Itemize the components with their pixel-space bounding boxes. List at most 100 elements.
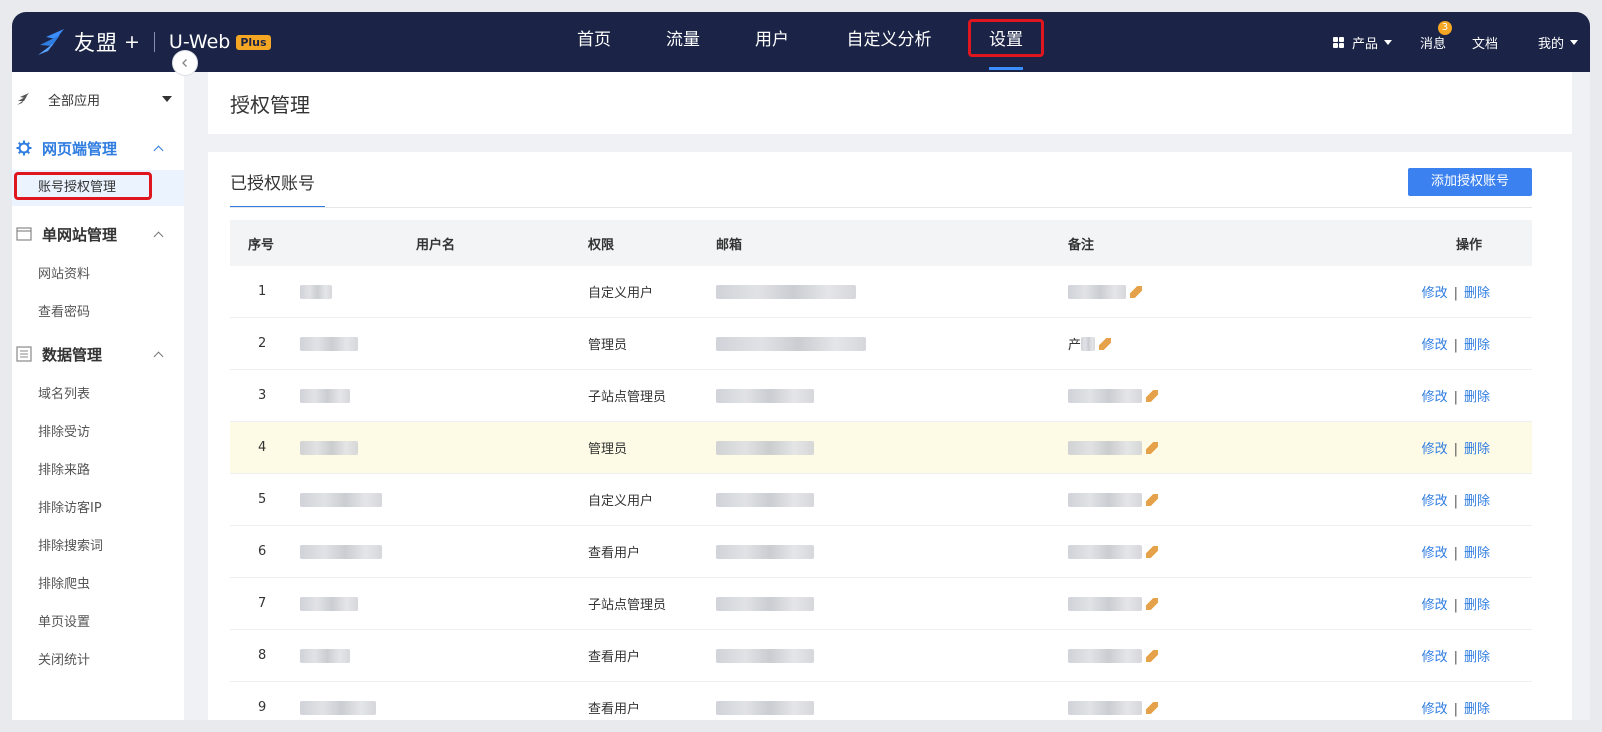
row-permission: 查看用户	[588, 650, 641, 665]
highlight-box	[14, 172, 152, 200]
edit-note-pencil-icon[interactable]	[1130, 285, 1142, 298]
row-index: 5	[258, 492, 267, 507]
action-separator: |	[1453, 338, 1458, 353]
col-index: 序号	[248, 237, 275, 253]
delete-link[interactable]: 删除	[1464, 598, 1490, 613]
docs-link[interactable]: 文档	[1472, 33, 1498, 52]
email-redacted	[716, 648, 1068, 663]
note-cell	[1068, 596, 1384, 611]
delete-link[interactable]: 删除	[1464, 546, 1490, 561]
note-cell	[1068, 700, 1384, 715]
row-index: 2	[258, 336, 267, 351]
authorized-accounts-card: 已授权账号 添加授权账号 序号 用户名 权限 邮箱 备注 操作 1 自定义用户 修改…	[208, 152, 1572, 720]
delete-link[interactable]: 删除	[1464, 286, 1490, 301]
sidebar-item-account-auth[interactable]: 账号授权管理	[12, 170, 184, 206]
nav-custom-analysis[interactable]: 自定义分析	[839, 12, 939, 72]
group-web-management[interactable]: 网页端管理	[12, 126, 184, 170]
delete-link[interactable]: 删除	[1464, 650, 1490, 665]
edit-note-pencil-icon[interactable]	[1146, 597, 1158, 610]
username-redacted	[300, 544, 588, 559]
row-actions: 修改 | 删除	[1384, 386, 1532, 405]
sidebar-item-view-password[interactable]: 查看密码	[12, 294, 184, 332]
username-redacted	[300, 596, 588, 611]
edit-note-pencil-icon[interactable]	[1146, 545, 1158, 558]
delete-link[interactable]: 删除	[1464, 702, 1490, 717]
action-separator: |	[1453, 494, 1458, 509]
edit-note-pencil-icon[interactable]	[1099, 337, 1112, 350]
table-row: 7 子站点管理员 修改 | 删除	[230, 578, 1532, 630]
edit-link[interactable]: 修改	[1422, 442, 1448, 457]
sidebar-item-domain-list[interactable]: 域名列表	[12, 376, 184, 414]
chevron-left-icon	[182, 59, 187, 67]
sidebar-item-exclude-referrer[interactable]: 排除来路	[12, 452, 184, 490]
edit-link[interactable]: 修改	[1422, 338, 1448, 353]
edit-link[interactable]: 修改	[1422, 546, 1448, 561]
list-icon	[15, 346, 33, 362]
chevron-up-icon	[153, 231, 164, 241]
account-menu[interactable]: 我的	[1538, 33, 1578, 52]
edit-link[interactable]: 修改	[1422, 286, 1448, 301]
col-note: 备注	[1068, 237, 1095, 253]
main-nav: 首页 流量 用户 自定义分析 设置	[572, 12, 1044, 72]
row-permission: 管理员	[588, 338, 628, 353]
edit-note-pencil-icon[interactable]	[1146, 389, 1158, 402]
note-cell	[1068, 492, 1384, 507]
delete-link[interactable]: 删除	[1464, 494, 1490, 509]
nav-home[interactable]: 首页	[572, 12, 616, 72]
group-data-management[interactable]: 数据管理	[12, 332, 184, 376]
edit-note-pencil-icon[interactable]	[1146, 701, 1158, 714]
row-permission: 查看用户	[588, 546, 641, 561]
screen-frame: 友盟 + U-Web Plus 首页 流量 用户 自定义分析 设置 产品 消息	[0, 0, 1602, 732]
sidebar-item-exclude-keyword[interactable]: 排除搜索词	[12, 528, 184, 566]
delete-link[interactable]: 删除	[1464, 442, 1490, 457]
edit-link[interactable]: 修改	[1422, 650, 1448, 665]
brand[interactable]: 友盟 + U-Web Plus	[34, 12, 271, 72]
nav-traffic[interactable]: 流量	[661, 12, 705, 72]
table-row: 6 查看用户 修改 | 删除	[230, 526, 1532, 578]
messages-link[interactable]: 消息 3	[1420, 20, 1452, 52]
edit-note-pencil-icon[interactable]	[1146, 493, 1158, 506]
row-index: 1	[258, 284, 267, 299]
sidebar-item-single-page[interactable]: 单页设置	[12, 604, 184, 642]
email-redacted	[716, 284, 1068, 299]
row-permission: 子站点管理员	[588, 390, 667, 405]
col-permission: 权限	[588, 237, 615, 253]
sidebar-item-close-stats[interactable]: 关闭统计	[12, 642, 184, 680]
sidebar-item-exclude-visitor-ip[interactable]: 排除访客IP	[12, 490, 184, 528]
action-separator: |	[1453, 598, 1458, 613]
edit-link[interactable]: 修改	[1422, 702, 1448, 717]
action-separator: |	[1453, 442, 1458, 457]
group-single-site[interactable]: 单网站管理	[12, 212, 184, 256]
table-row: 2 管理员 产 修改 | 删除	[230, 318, 1532, 370]
table-row: 9 查看用户 修改 | 删除	[230, 682, 1532, 720]
edit-note-pencil-icon[interactable]	[1146, 441, 1158, 454]
note-cell	[1068, 544, 1384, 559]
edit-note-pencil-icon[interactable]	[1146, 649, 1158, 662]
sidebar-item-exclude-crawler[interactable]: 排除爬虫	[12, 566, 184, 604]
app-selector[interactable]: 全部应用	[12, 72, 184, 126]
product-menu[interactable]: 产品	[1332, 33, 1392, 52]
edit-link[interactable]: 修改	[1422, 390, 1448, 405]
add-authorized-account-button[interactable]: 添加授权账号	[1408, 168, 1532, 196]
delete-link[interactable]: 删除	[1464, 390, 1490, 405]
table-row: 8 查看用户 修改 | 删除	[230, 630, 1532, 682]
action-separator: |	[1453, 286, 1458, 301]
note-prefix: 产	[1068, 338, 1082, 353]
delete-link[interactable]: 删除	[1464, 338, 1490, 353]
sidebar-item-exclude-visited[interactable]: 排除受访	[12, 414, 184, 452]
row-actions: 修改 | 删除	[1384, 438, 1532, 457]
tab-authorized-accounts[interactable]: 已授权账号	[230, 170, 325, 208]
action-separator: |	[1453, 390, 1458, 405]
sidebar-item-site-info[interactable]: 网站资料	[12, 256, 184, 294]
table-row: 5 自定义用户 修改 | 删除	[230, 474, 1532, 526]
nav-users[interactable]: 用户	[750, 12, 794, 72]
highlight-box	[968, 19, 1044, 57]
row-actions: 修改 | 删除	[1384, 646, 1532, 665]
edit-link[interactable]: 修改	[1422, 494, 1448, 509]
username-redacted	[300, 336, 588, 351]
row-index: 6	[258, 544, 267, 559]
apps-grid-icon	[1332, 36, 1344, 48]
nav-settings[interactable]: 设置	[968, 12, 1044, 72]
sidebar-collapse-button[interactable]	[172, 50, 198, 76]
edit-link[interactable]: 修改	[1422, 598, 1448, 613]
